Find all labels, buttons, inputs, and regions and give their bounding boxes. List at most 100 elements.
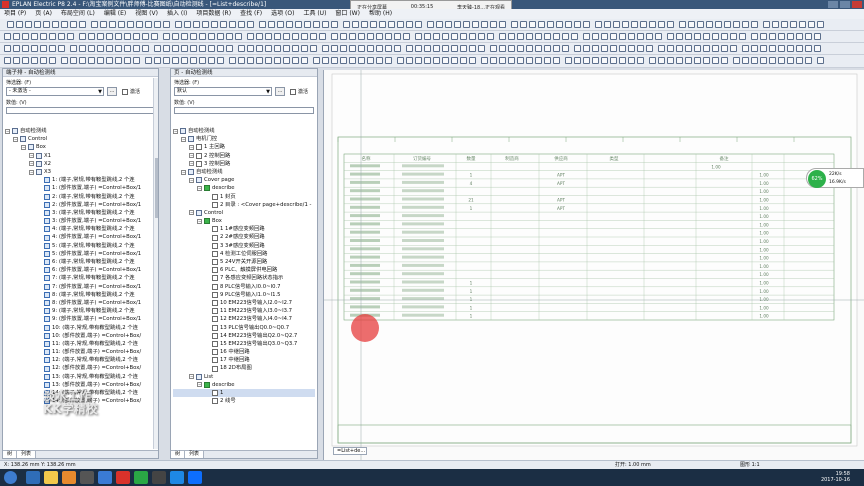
toolbar-tool-icon[interactable] — [490, 57, 497, 64]
toolbar-tool-icon[interactable] — [274, 45, 281, 52]
toolbar-tool-icon[interactable] — [283, 33, 290, 40]
toolbar-tool-icon[interactable] — [478, 45, 485, 52]
toolbar-tool-icon[interactable] — [133, 45, 140, 52]
expand-toggle-icon[interactable]: − — [29, 153, 34, 159]
toolbar-tool-icon[interactable] — [535, 45, 542, 52]
toolbar-tool-icon[interactable] — [469, 33, 476, 40]
toolbar-tool-icon[interactable] — [742, 57, 749, 64]
toolbar-tool-icon[interactable] — [229, 57, 236, 64]
toolbar-tool-icon[interactable] — [751, 45, 758, 52]
toolbar-tool-icon[interactable] — [70, 21, 77, 28]
expand-toggle-icon[interactable]: − — [29, 161, 34, 167]
tree-item[interactable]: 7: (端子,常规,带有鞍型跳线,2 个连 — [5, 274, 153, 282]
toolbar-tool-icon[interactable] — [25, 21, 32, 28]
toolbar-tool-icon[interactable] — [292, 45, 299, 52]
toolbar-tool-icon[interactable] — [265, 33, 272, 40]
tree-item[interactable]: 2 线号 — [173, 397, 315, 405]
toolbar-tool-icon[interactable] — [397, 21, 404, 28]
toolbar-tool-icon[interactable] — [562, 45, 569, 52]
toolbar-tool-icon[interactable] — [442, 57, 449, 64]
toolbar-tool-icon[interactable] — [142, 45, 149, 52]
toolbar-tool-icon[interactable] — [292, 57, 299, 64]
toolbar-tool-icon[interactable] — [181, 57, 188, 64]
toolbar-tool-icon[interactable] — [100, 21, 107, 28]
toolbar-tool-icon[interactable] — [490, 45, 497, 52]
toolbar-tool-icon[interactable] — [229, 21, 236, 28]
toolbar-tool-icon[interactable] — [22, 33, 29, 40]
toolbar-tool-icon[interactable] — [310, 33, 317, 40]
toolbar-tool-icon[interactable] — [571, 33, 578, 40]
expand-toggle-icon[interactable]: − — [197, 218, 202, 224]
toolbar-tool-icon[interactable] — [67, 33, 74, 40]
menu-item-8[interactable]: 选项 (O) — [271, 9, 294, 19]
tree-item[interactable]: 1: (部件放置,端子) =Control+Box/1 — [5, 184, 153, 192]
tree-item[interactable]: − Control — [173, 209, 315, 217]
toolbar-tool-icon[interactable] — [433, 33, 440, 40]
expand-toggle-icon[interactable]: − — [189, 161, 194, 167]
toolbar-tool-icon[interactable] — [742, 45, 749, 52]
tree-item[interactable]: 5: (部件放置,端子) =Control+Box/1 — [5, 250, 153, 258]
toolbar-tool-icon[interactable] — [16, 21, 23, 28]
toolbar-tool-icon[interactable] — [58, 45, 65, 52]
toolbar-tool-icon[interactable] — [442, 45, 449, 52]
folder-icon[interactable] — [170, 471, 184, 484]
toolbar-tool-icon[interactable] — [397, 57, 404, 64]
toolbar-tool-icon[interactable] — [481, 57, 488, 64]
toolbar-tool-icon[interactable] — [694, 45, 701, 52]
toolbar-tool-icon[interactable] — [247, 45, 254, 52]
tree-item[interactable]: − List — [173, 373, 315, 381]
toolbar-tool-icon[interactable] — [565, 57, 572, 64]
toolbar-tool-icon[interactable] — [349, 57, 356, 64]
expand-toggle-icon[interactable]: − — [189, 144, 194, 150]
toolbar-tool-icon[interactable] — [592, 57, 599, 64]
toolbar-tool-icon[interactable] — [712, 33, 719, 40]
tree-item[interactable]: 9: (端子,常规,带有鞍型跳线,2 个连 — [5, 307, 153, 315]
tree-item[interactable]: 10 EM223信号输入I2.0~I2.7 — [173, 299, 315, 307]
toolbar-tool-icon[interactable] — [415, 33, 422, 40]
qq-icon[interactable] — [134, 471, 148, 484]
tab-list[interactable]: 列表 — [185, 451, 205, 458]
toolbar-tool-icon[interactable] — [163, 21, 170, 28]
toolbar-tool-icon[interactable] — [358, 33, 365, 40]
toolbar-tool-icon[interactable] — [697, 21, 704, 28]
toolbar-tool-icon[interactable] — [817, 21, 824, 28]
toolbar-tool-icon[interactable] — [772, 21, 779, 28]
toolbar-tool-icon[interactable] — [517, 45, 524, 52]
toolbar-tool-icon[interactable] — [79, 21, 86, 28]
tree-item[interactable]: 7 各感应变频回路状态指示 — [173, 274, 315, 282]
toolbar-tool-icon[interactable] — [256, 33, 263, 40]
tree-item[interactable]: − X2 — [5, 160, 153, 168]
toolbar-tool-icon[interactable] — [349, 45, 356, 52]
toolbar-tool-icon[interactable] — [322, 45, 329, 52]
toolbar-tool-icon[interactable] — [109, 21, 116, 28]
tree-item[interactable]: 1 1#感应变频回路 — [173, 225, 315, 233]
tree-item[interactable]: 11 EM223信号输入I3.0~I3.7 — [173, 307, 315, 315]
expand-toggle-icon[interactable]: − — [181, 169, 186, 175]
toolbar-tool-icon[interactable] — [217, 33, 224, 40]
toolbar-tool-icon[interactable] — [703, 33, 710, 40]
minimize-button[interactable] — [828, 1, 838, 8]
toolbar-tool-icon[interactable] — [301, 33, 308, 40]
menu-item-5[interactable]: 插入 (I) — [167, 9, 187, 19]
toolbar-tool-icon[interactable] — [553, 45, 560, 52]
toolbar-tool-icon[interactable] — [436, 21, 443, 28]
toolbar-tool-icon[interactable] — [712, 57, 719, 64]
tree-item[interactable]: 12: (端子,常规,带有鞍型跳线,2 个连 — [5, 356, 153, 364]
tree-item[interactable]: − describe — [173, 184, 315, 192]
toolbar-tool-icon[interactable] — [331, 57, 338, 64]
toolbar-tool-icon[interactable] — [778, 33, 785, 40]
toolbar-tool-icon[interactable] — [331, 33, 338, 40]
toolbar-tool-icon[interactable] — [688, 21, 695, 28]
toolbar-tool-icon[interactable] — [301, 45, 308, 52]
tree-item[interactable]: − Cover page — [173, 176, 315, 184]
toolbar-tool-icon[interactable] — [274, 57, 281, 64]
toolbar-tool-icon[interactable] — [388, 21, 395, 28]
toolbar-tool-icon[interactable] — [526, 57, 533, 64]
toolbar-tool-icon[interactable] — [712, 45, 719, 52]
toolbar-tool-icon[interactable] — [814, 45, 821, 52]
toolbar-tool-icon[interactable] — [751, 57, 758, 64]
toolbar-tool-icon[interactable] — [238, 57, 245, 64]
toolbar-tool-icon[interactable] — [553, 57, 560, 64]
toolbar-tool-icon[interactable] — [385, 57, 392, 64]
toolbar-tool-icon[interactable] — [367, 45, 374, 52]
